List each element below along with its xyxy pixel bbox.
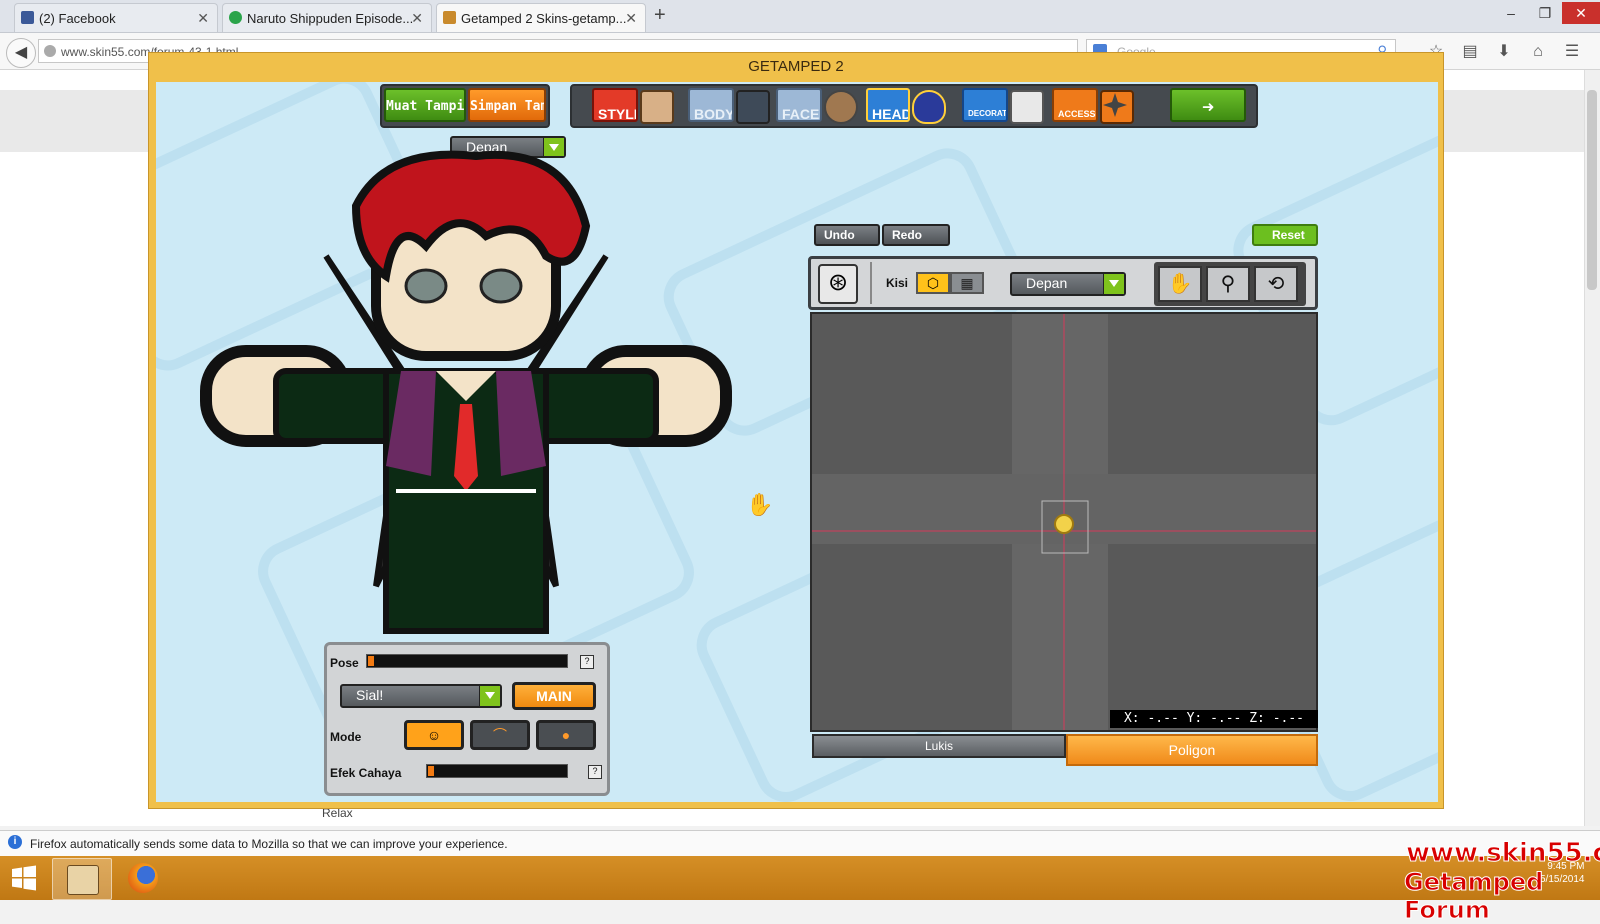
loading-icon [229,11,242,24]
emote-dropdown-value: Sial! [356,687,384,703]
scrollbar-thumb[interactable] [1587,90,1597,290]
close-icon[interactable]: ✕ [197,10,209,27]
watermark-url: www.skin55.com [1406,838,1600,869]
back-button[interactable]: ◀ [6,38,36,68]
getamped-icon [67,865,99,895]
tab-facebook[interactable]: (2) Facebook ✕ [14,3,218,32]
grid-hex-icon[interactable]: ⬡ [916,272,950,294]
face-tab[interactable]: FACE [776,88,822,122]
info-icon: i [8,835,22,849]
help-icon[interactable]: ? [588,765,602,779]
tab-label: Getamped 2 Skins-getamp... [461,11,627,26]
menu-icon[interactable]: ☰ [1560,40,1584,64]
game-title: GETAMPED 2 [748,58,844,75]
head-hair-icon[interactable] [912,90,946,124]
pose-slider[interactable] [366,654,568,668]
load-look-button[interactable]: Muat Tampilan [384,88,466,122]
accessory-label: ACCESSORY [1058,109,1096,119]
help-icon[interactable]: ? [580,655,594,669]
style-tab[interactable]: STYLE [592,88,638,122]
close-window-button[interactable]: ✕ [1562,2,1600,24]
redo-button[interactable]: Redo [882,224,950,246]
tab-getamped[interactable]: Getamped 2 Skins-getamp... ✕ [436,3,646,32]
reset-button[interactable]: Reset [1252,224,1318,246]
camera-rotate-icon[interactable]: ⟲ [1254,266,1298,302]
new-tab-button[interactable]: + [654,4,666,27]
mode-label: Mode [330,730,362,744]
tab-naruto[interactable]: Naruto Shippuden Episode... ✕ [222,3,432,32]
tab-label: Naruto Shippuden Episode... [247,11,414,26]
body-figure-icon[interactable] [736,90,770,124]
style-label: STYLE [598,106,636,122]
accessory-tab[interactable]: ACCESSORY [1052,88,1098,122]
facebook-icon [21,11,34,24]
notification-bar: Firefox automatically sends some data to… [0,830,1600,856]
decoration-label: DECORATION [968,109,1007,118]
windows-start-icon[interactable] [8,862,40,894]
globe-icon [44,45,56,57]
grid-square-icon[interactable]: ▦ [950,272,984,294]
light-effect-slider[interactable] [426,764,568,778]
home-icon[interactable]: ⌂ [1526,40,1550,64]
editor-view-value: Depan [1026,275,1068,291]
tab-polygon[interactable]: Poligon [1066,734,1318,766]
minimize-button[interactable]: – [1494,2,1528,24]
mode-arms-icon[interactable]: ⌒ [470,720,530,750]
divider [870,262,872,304]
head-tab[interactable]: HEAD [866,88,910,122]
editor-view-dropdown[interactable]: Depan [1010,272,1126,296]
hand-cursor-icon: ✋ [746,492,774,517]
light-effect-label: Efek Cahaya [330,766,402,780]
head-label: HEAD [872,106,910,122]
pose-label: Pose [330,656,359,670]
coordinate-readout: X: -.-- Y: -.-- Z: -.-- [1110,710,1318,728]
face-icon[interactable] [824,90,858,124]
play-button[interactable]: MAIN [512,682,596,710]
download-icon[interactable]: ⬇ [1492,40,1516,64]
style-avatar-icon[interactable] [640,90,674,124]
undo-button[interactable]: Undo [814,224,880,246]
taskbar-getamped[interactable] [52,858,112,900]
face-label: FACE [782,106,820,122]
shuriken-icon[interactable] [1100,90,1134,124]
notification-text: Firefox automatically sends some data to… [30,837,508,851]
emote-dropdown[interactable]: Sial! [340,684,502,708]
editor-grid [812,314,1316,730]
site-icon [443,11,456,24]
reader-icon[interactable]: ▤ [1458,40,1482,64]
chevron-down-icon [479,686,500,706]
exit-button[interactable]: ➜ [1170,88,1246,122]
tab-paint[interactable]: Lukis [812,734,1066,758]
close-icon[interactable]: ✕ [625,10,637,27]
watermark-forum: Getamped Forum [1404,868,1544,924]
mode-full-icon[interactable]: ☺ [404,720,464,750]
close-icon[interactable]: ✕ [411,10,423,27]
decoration-tab[interactable]: DECORATION [962,88,1008,122]
body-tab[interactable]: BODY [688,88,734,122]
chevron-down-icon [1103,274,1124,294]
hand-icon[interactable]: ✋ [1158,266,1202,302]
exit-icon: ➜ [1201,95,1215,119]
taskbar-firefox[interactable] [114,858,172,898]
body-label: BODY [694,106,734,122]
restore-button[interactable]: ❐ [1528,2,1562,24]
tab-label: (2) Facebook [39,11,116,26]
decoration-slot-icon[interactable] [1010,90,1044,124]
editor-viewport[interactable] [810,312,1318,732]
grid-label: Kisi [886,276,909,290]
firefox-icon [128,863,158,893]
taskbar [0,856,1600,900]
pose-slider-fill [368,656,374,666]
zoom-icon[interactable]: ⚲ [1206,266,1250,302]
character-model[interactable] [186,146,746,646]
mode-face-icon[interactable]: ● [536,720,596,750]
rotate-reset-icon[interactable]: ⊛ [818,264,858,304]
save-look-button[interactable]: Simpan Tampilan [468,88,546,122]
light-effect-slider-fill [428,766,434,776]
